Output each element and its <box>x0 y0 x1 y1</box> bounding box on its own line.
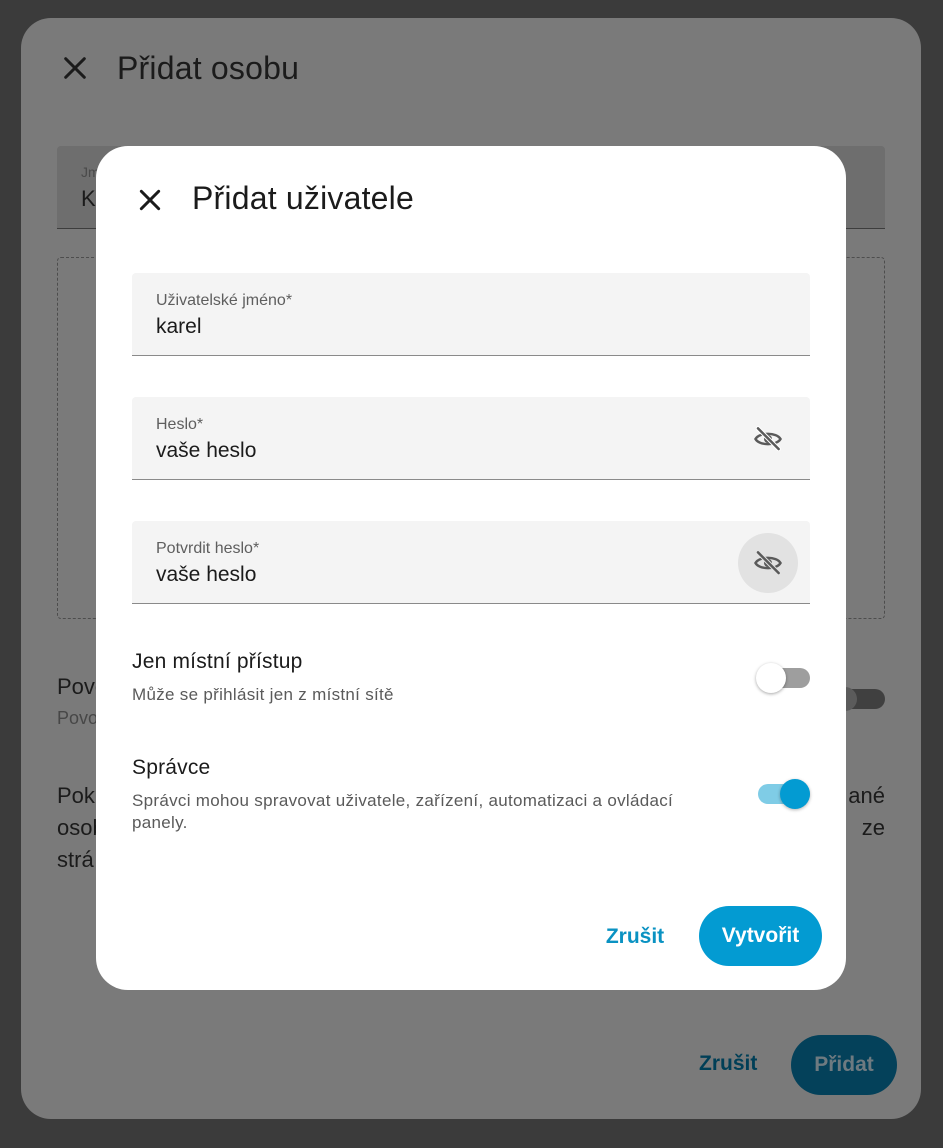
username-field[interactable]: Uživatelské jméno* karel <box>132 273 810 356</box>
local-only-title: Jen místní přístup <box>132 650 303 673</box>
paragraph-line1-start: Pok <box>57 783 95 808</box>
toggle-confirm-password-visibility-button[interactable] <box>738 533 798 593</box>
admin-toggle[interactable] <box>756 776 812 809</box>
eye-off-icon <box>754 426 782 452</box>
name-field-value: K <box>81 186 96 211</box>
username-value: karel <box>156 315 202 338</box>
add-person-button[interactable]: Přidat <box>791 1035 897 1095</box>
paragraph-line3-start: strá <box>57 847 94 872</box>
add-user-dialog: Přidat uživatele Uživatelské jméno* kare… <box>96 146 846 990</box>
confirm-password-value: vaše heslo <box>156 563 257 586</box>
confirm-password-field[interactable]: Potvrdit heslo* vaše heslo <box>132 521 810 604</box>
password-field[interactable]: Heslo* vaše heslo <box>132 397 810 480</box>
paragraph-line2-end: ze <box>861 815 885 840</box>
password-label: Heslo* <box>156 416 204 433</box>
dialog-title: Přidat uživatele <box>192 180 414 216</box>
allow-login-subtitle: Povo <box>57 708 99 728</box>
eye-off-icon <box>754 550 782 576</box>
toggle-password-visibility-button[interactable] <box>738 409 798 469</box>
toggle-thumb <box>780 779 810 809</box>
admin-subtitle: Správci mohou spravovat uživatele, zaříz… <box>132 791 674 832</box>
background-dialog-title: Přidat osobu <box>117 50 300 86</box>
local-only-subtitle: Může se přihlásit jen z místní sítě <box>132 685 394 704</box>
local-only-toggle[interactable] <box>756 660 812 693</box>
toggle-thumb <box>756 663 786 693</box>
background-cancel-button[interactable]: Zrušit <box>699 1052 757 1076</box>
admin-title: Správce <box>132 756 211 779</box>
close-icon[interactable] <box>134 184 166 216</box>
close-icon[interactable] <box>59 52 91 84</box>
create-button[interactable]: Vytvořit <box>699 906 822 966</box>
paragraph-line1-end: ané <box>848 783 885 808</box>
username-label: Uživatelské jméno* <box>156 292 293 309</box>
cancel-button[interactable]: Zrušit <box>586 910 684 964</box>
confirm-password-label: Potvrdit heslo* <box>156 540 260 557</box>
password-value: vaše heslo <box>156 439 257 462</box>
